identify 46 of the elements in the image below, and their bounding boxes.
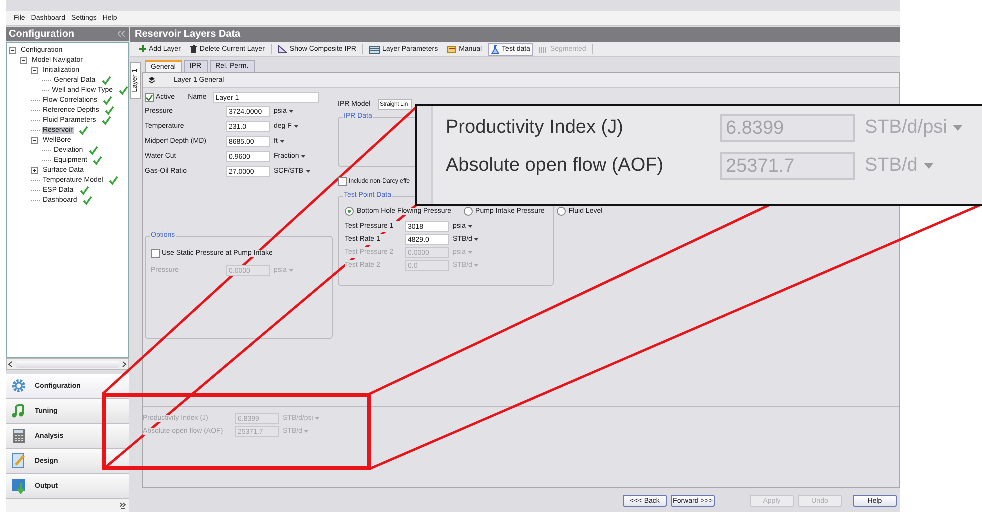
caret-icon [288, 110, 294, 113]
checkbox[interactable] [151, 248, 160, 258]
gear-icon [11, 378, 27, 394]
minus-box-icon[interactable] [20, 56, 27, 64]
trash-icon [190, 44, 198, 54]
caret-icon [280, 140, 285, 143]
collapse-icon [118, 31, 125, 37]
minus-box-icon[interactable] [31, 66, 38, 74]
radio-button[interactable] [556, 206, 566, 216]
bars-icon [539, 44, 548, 54]
music-note-icon [11, 403, 27, 419]
checkbox[interactable] [338, 176, 347, 186]
caret-icon [474, 264, 480, 267]
field-label: Absolute open flow (AOF) [446, 155, 665, 177]
chart-icon [278, 44, 288, 54]
caret-icon [953, 125, 964, 131]
page-title: Reservoir Layers Data [135, 29, 241, 40]
field-label: Productivity Index (J) [446, 117, 624, 139]
pencil-icon [11, 453, 27, 469]
caret-icon [304, 430, 310, 433]
table-icon [369, 44, 380, 54]
caret-icon [288, 269, 294, 272]
radio-button[interactable] [464, 206, 473, 216]
scroll-bar[interactable] [6, 358, 129, 370]
caret-icon [468, 251, 473, 254]
book-icon [447, 44, 458, 54]
caret-icon [474, 238, 480, 241]
caret-icon [924, 163, 934, 169]
radio-button[interactable] [345, 206, 354, 216]
caret-icon [315, 417, 320, 420]
checkbox[interactable] [145, 93, 154, 102]
minus-box-icon[interactable] [9, 46, 16, 54]
layer-icon [148, 76, 156, 84]
expand-icon [120, 502, 126, 510]
panel-title: Configuration [9, 28, 75, 40]
caret-icon [306, 170, 311, 173]
plus-icon [139, 44, 147, 54]
check-icon [146, 94, 153, 100]
caret-icon [294, 125, 299, 128]
plus-box-icon[interactable] [31, 166, 38, 174]
flask-icon [491, 44, 500, 54]
calculator-icon [11, 428, 27, 444]
minus-box-icon[interactable] [31, 136, 38, 144]
caret-icon [301, 155, 306, 158]
caret-icon [468, 225, 473, 228]
arrow-box-icon [11, 478, 27, 494]
